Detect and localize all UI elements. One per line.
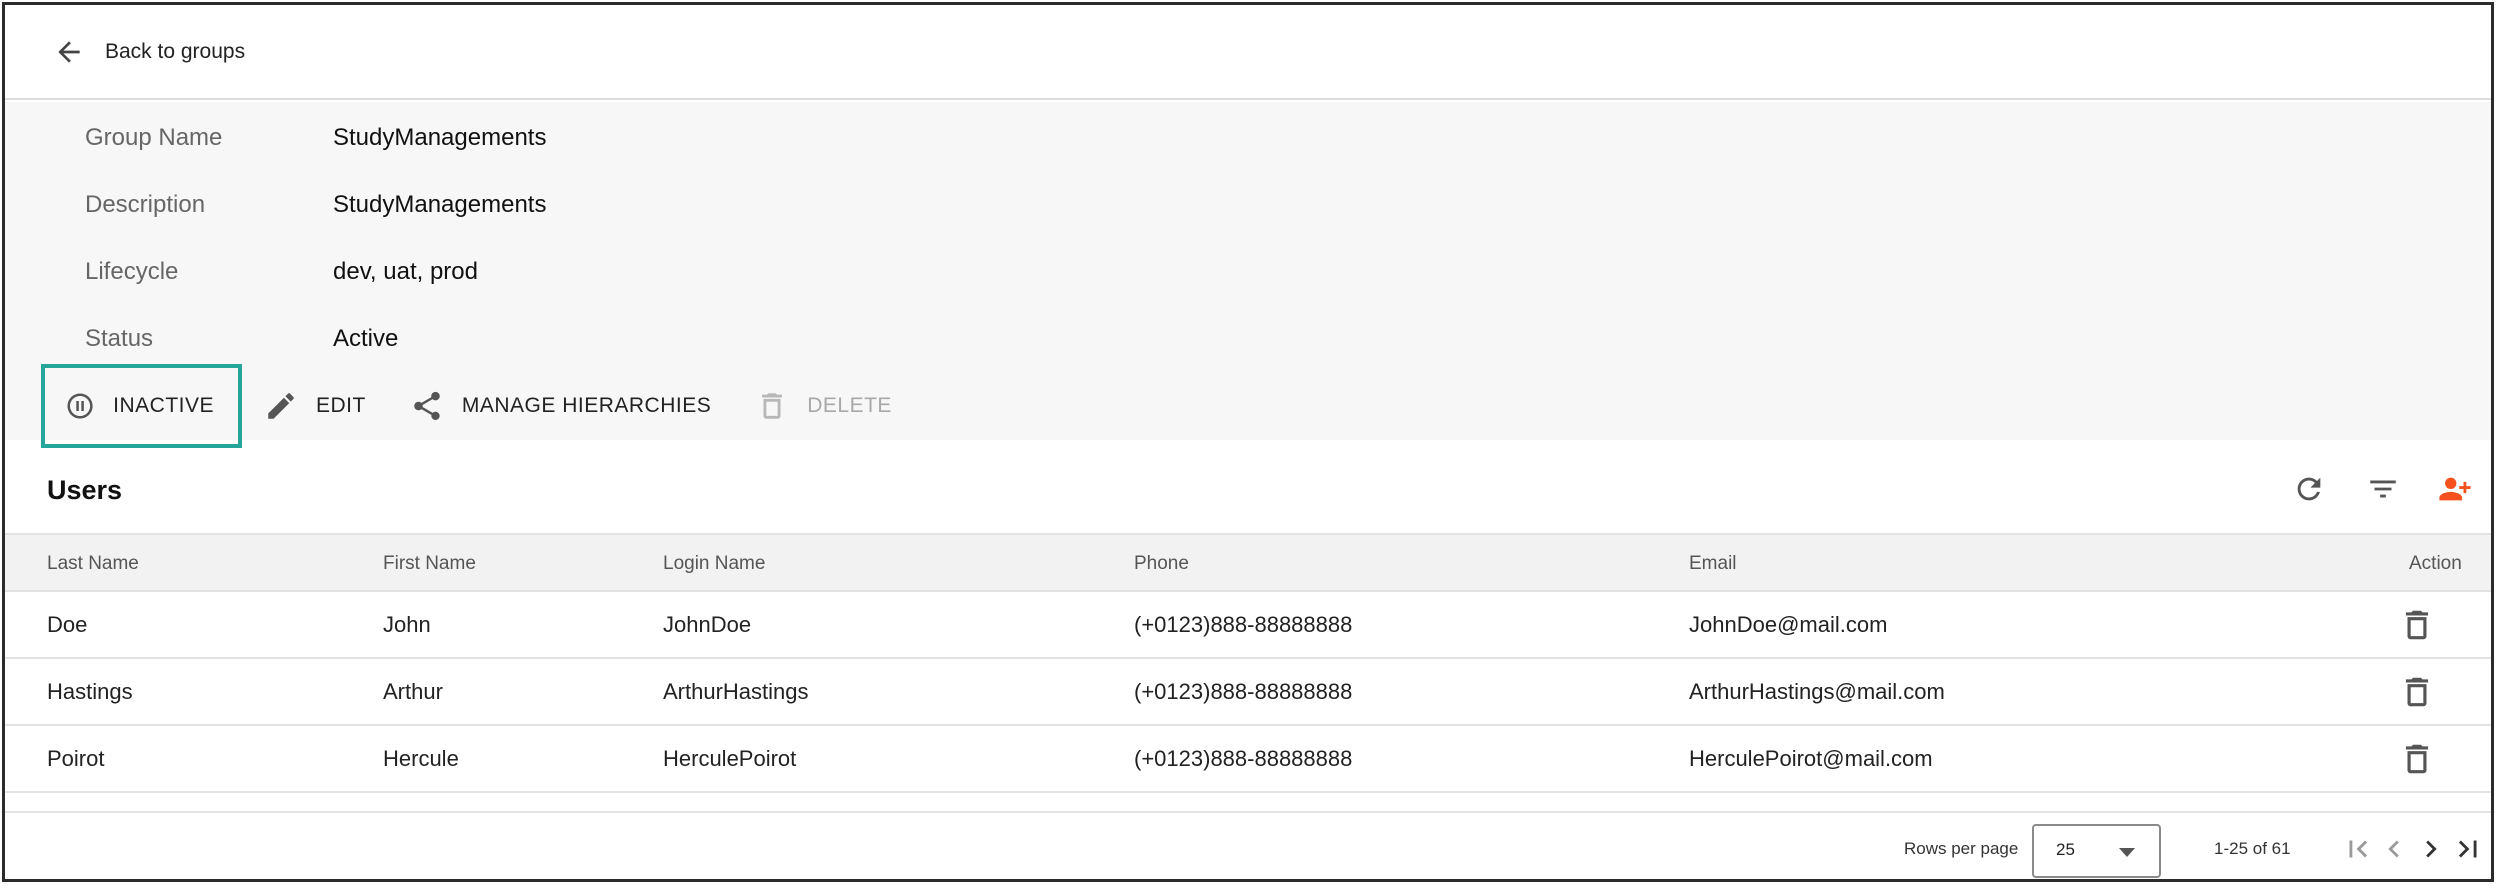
users-title: Users [47, 475, 123, 505]
column-header-last-name[interactable]: Last Name [47, 553, 139, 575]
next-page-icon [2426, 840, 2437, 858]
add-user-icon [2439, 477, 2471, 501]
trash-icon [2405, 610, 2429, 640]
users-header: Users [5, 445, 2491, 533]
rows-per-page-value: 25 [2056, 840, 2075, 859]
arrow-left-icon [58, 40, 80, 63]
refresh-button[interactable] [2287, 467, 2331, 511]
pencil-icon [268, 393, 294, 419]
users-table: Last Name First Name Login Name Phone Em… [5, 533, 2491, 793]
pagination-bar: Rows per page 25 1-25 of 61 [5, 811, 2491, 879]
trash-icon [762, 393, 783, 419]
column-header-email[interactable]: Email [1689, 553, 1737, 575]
rows-per-page-label: Rows per page [1904, 839, 2019, 858]
status-value: Active [333, 325, 399, 352]
manage-hierarchies-button-label: MANAGE HIERARCHIES [461, 394, 712, 417]
prev-page-icon [2388, 840, 2399, 858]
cell-phone: (+0123)888-88888888 [1134, 746, 1353, 771]
caret-down-icon [2119, 848, 2135, 857]
cell-phone: (+0123)888-88888888 [1134, 679, 1353, 704]
cell-login-name: HerculePoirot [663, 746, 797, 771]
column-header-action: Action [2409, 553, 2462, 574]
cell-last-name: Poirot [47, 746, 105, 771]
edit-button-label: EDIT [316, 394, 366, 417]
cell-login-name: JohnDoe [663, 612, 752, 637]
inactive-button[interactable]: INACTIVE [41, 364, 242, 448]
page-range-text: 1-25 of 61 [2214, 839, 2291, 858]
last-page-icon [2458, 840, 2477, 858]
share-icon [414, 391, 440, 421]
column-header-login-name[interactable]: Login Name [663, 553, 765, 575]
delete-group-button-label: DELETE [807, 394, 892, 417]
refresh-icon [2297, 477, 2321, 501]
delete-user-button[interactable] [2398, 606, 2436, 644]
cell-email: HerculePoirot@mail.com [1689, 746, 1933, 771]
lifecycle-label: Lifecycle [85, 258, 179, 285]
delete-user-button[interactable] [2398, 673, 2436, 711]
lifecycle-value: dev, uat, prod [333, 258, 478, 285]
cell-email: ArthurHastings@mail.com [1689, 679, 1945, 704]
table-row[interactable]: Poirot Hercule HerculePoirot (+0123)888-… [5, 726, 2491, 793]
cell-login-name: ArthurHastings [663, 679, 809, 704]
status-row: Status Active [85, 319, 398, 359]
group-name-label: Group Name [85, 124, 223, 151]
description-value: StudyManagements [333, 191, 547, 218]
last-page-button[interactable] [2451, 832, 2485, 866]
app-window: Back to groups Group Name StudyManagemen… [2, 2, 2494, 882]
table-header: Last Name First Name Login Name Phone Em… [5, 533, 2491, 592]
prev-page-button[interactable] [2377, 832, 2411, 866]
column-header-phone[interactable]: Phone [1134, 553, 1189, 575]
rows-per-page-select[interactable]: 25 [2032, 824, 2161, 878]
top-bar: Back to groups [5, 5, 2491, 100]
filter-icon [2370, 480, 2396, 498]
description-label: Description [85, 191, 206, 218]
column-header-first-name[interactable]: First Name [383, 553, 476, 575]
cell-last-name: Hastings [47, 679, 133, 704]
cell-phone: (+0123)888-88888888 [1134, 612, 1353, 637]
cell-first-name: Arthur [383, 679, 443, 704]
group-name-value: StudyManagements [333, 124, 547, 151]
trash-icon [2405, 677, 2429, 707]
delete-user-button[interactable] [2398, 740, 2436, 778]
manage-hierarchies-button[interactable]: MANAGE HIERARCHIES [388, 364, 733, 448]
add-user-button[interactable] [2433, 467, 2477, 511]
pause-circle-icon [67, 393, 93, 419]
filter-button[interactable] [2361, 467, 2405, 511]
table-row[interactable]: Doe John JohnDoe (+0123)888-88888888 Joh… [5, 592, 2491, 659]
table-row[interactable]: Hastings Arthur ArthurHastings (+0123)88… [5, 659, 2491, 726]
cell-last-name: Doe [47, 612, 88, 637]
cell-first-name: Hercule [383, 746, 459, 771]
group-actions-bar: INACTIVE EDIT MANAGE HIERARCHIES DELETE [41, 364, 914, 448]
cell-email: JohnDoe@mail.com [1689, 612, 1888, 637]
trash-icon [2405, 744, 2429, 774]
edit-button[interactable]: EDIT [242, 364, 388, 448]
description-row: Description StudyManagements [85, 185, 546, 225]
first-page-icon [2349, 840, 2368, 858]
lifecycle-row: Lifecycle dev, uat, prod [85, 252, 478, 292]
group-name-row: Group Name StudyManagements [85, 118, 546, 158]
first-page-button[interactable] [2341, 832, 2375, 866]
back-to-groups-label: Back to groups [105, 39, 246, 63]
inactive-button-label: INACTIVE [113, 394, 214, 417]
group-info-panel: Group Name StudyManagements Description … [5, 102, 2491, 448]
next-page-button[interactable] [2414, 832, 2448, 866]
back-to-groups-link[interactable]: Back to groups [53, 36, 245, 68]
cell-first-name: John [383, 612, 431, 637]
delete-group-button[interactable]: DELETE [733, 364, 914, 448]
status-label: Status [85, 325, 154, 352]
